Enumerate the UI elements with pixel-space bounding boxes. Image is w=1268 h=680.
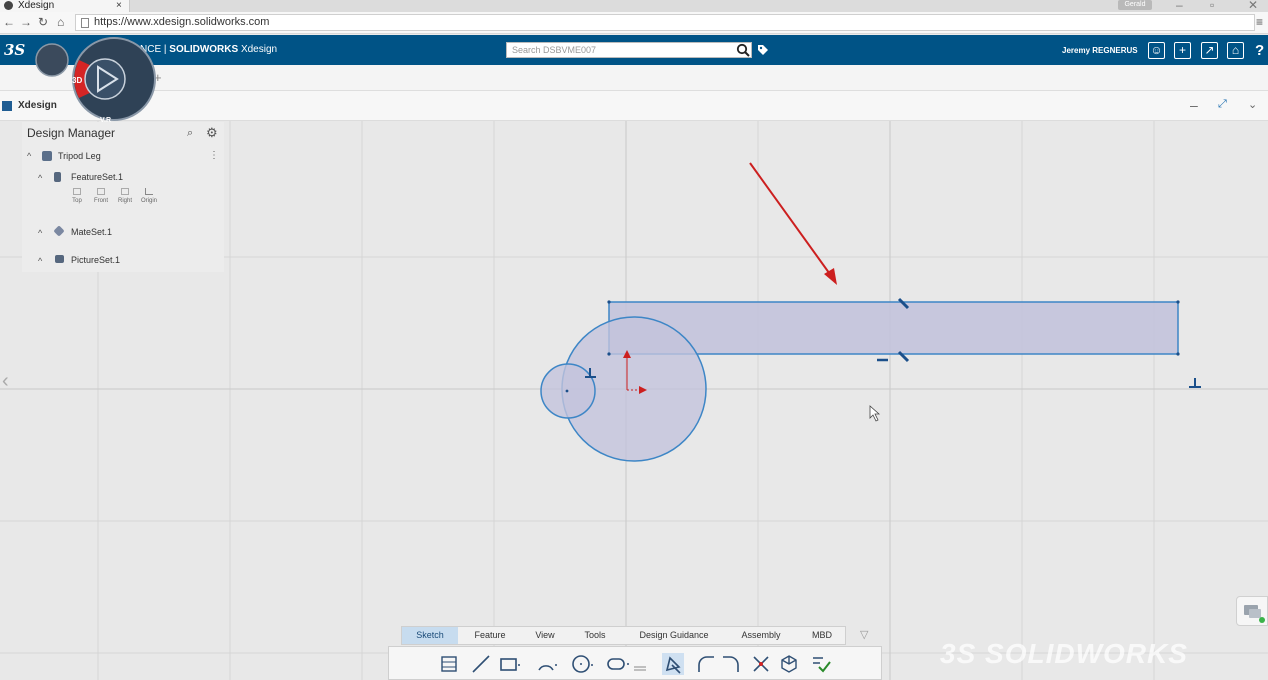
fillet-tool-icon[interactable] — [695, 653, 717, 675]
collapse-actionbar-icon[interactable]: ▽ — [860, 628, 868, 641]
tangent-constraint-icon-right[interactable] — [1189, 378, 1201, 388]
tree-item-pictureset[interactable]: PictureSet.1 — [71, 255, 120, 265]
sketch-entity-tool-icon[interactable] — [662, 653, 684, 675]
plane-front-label: Front — [93, 198, 108, 204]
chat-icon[interactable] — [1236, 596, 1268, 626]
offset-tool-icon[interactable] — [720, 653, 742, 675]
more-options-icon[interactable]: ⋮ — [209, 150, 219, 161]
plane-icon — [97, 188, 105, 195]
trim-tool-icon[interactable] — [750, 653, 772, 675]
compass-vr-label: V.R — [100, 117, 111, 124]
line-tool-icon[interactable] — [470, 653, 492, 675]
tab-assembly[interactable]: Assembly — [728, 627, 794, 644]
tab-feature[interactable]: Feature — [462, 627, 518, 644]
tree-item-featureset[interactable]: FeatureSet.1 — [71, 172, 123, 182]
plane-icon — [73, 188, 81, 195]
panel-expand-chevron-icon[interactable]: ‹ — [2, 370, 9, 393]
annotation-arrow — [749, 162, 837, 285]
arc-tool-icon[interactable] — [536, 653, 558, 675]
collapse-mateset-icon[interactable]: ^ — [38, 228, 42, 238]
exit-sketch-icon[interactable] — [810, 653, 832, 675]
tree-item-root[interactable]: Tripod Leg — [58, 151, 101, 161]
plane-right-label: Right — [117, 198, 132, 204]
plane-icon — [121, 188, 129, 195]
sketch-geometry — [540, 162, 1201, 462]
chat-bubble-icon — [1244, 605, 1265, 623]
gear-icon[interactable]: ⚙ — [206, 125, 218, 141]
tab-sketch[interactable]: Sketch — [402, 627, 458, 644]
collapse-root-icon[interactable]: ^ — [27, 151, 31, 161]
solidworks-watermark: 3S SOLIDWORKS — [940, 638, 1188, 669]
sketch-grid-icon[interactable] — [438, 653, 460, 675]
pictureset-icon — [55, 255, 64, 263]
rectangle-tool-icon[interactable] — [499, 653, 521, 675]
part-icon — [42, 151, 52, 161]
3d-sketch-icon[interactable] — [778, 653, 800, 675]
compass-widget[interactable]: 3D V.R — [34, 30, 158, 128]
tree-item-mateset[interactable]: MateSet.1 — [71, 227, 112, 237]
tree-search-icon[interactable]: ⌕ — [187, 127, 193, 140]
collapse-pictureset-icon[interactable]: ^ — [38, 256, 42, 266]
origin-icon — [145, 188, 153, 195]
plane-right[interactable]: Right — [113, 188, 137, 204]
sketch-profile[interactable] — [540, 301, 1179, 462]
featureset-icon — [54, 172, 61, 182]
compass-3d-label: 3D — [72, 76, 82, 85]
plane-top-label: Top — [72, 198, 82, 204]
mouse-cursor-icon — [869, 405, 881, 422]
tab-tools[interactable]: Tools — [572, 627, 618, 644]
action-bar-tools — [388, 646, 882, 680]
circle-tool-icon[interactable] — [571, 653, 593, 675]
plane-front[interactable]: Front — [89, 188, 113, 204]
tab-view[interactable]: View — [522, 627, 568, 644]
tab-design-guidance[interactable]: Design Guidance — [624, 627, 724, 644]
origin-item[interactable]: Origin — [137, 188, 161, 204]
mateset-icon — [53, 225, 65, 237]
sketch-rectangle[interactable] — [608, 301, 1179, 355]
tab-mbd[interactable]: MBD — [800, 627, 844, 644]
design-manager-title: Design Manager — [27, 126, 116, 140]
plane-top[interactable]: Top — [65, 188, 89, 204]
action-bar-tabs: Sketch Feature View Tools Design Guidanc… — [401, 626, 846, 645]
design-manager-panel: Design Manager ⌕ ⚙ ^ Tripod Leg ⋮ ^ Feat… — [22, 122, 224, 272]
origin-label: Origin — [140, 198, 157, 204]
collapse-featureset-icon[interactable]: ^ — [38, 173, 42, 183]
slot-tool-icon[interactable] — [606, 653, 648, 675]
